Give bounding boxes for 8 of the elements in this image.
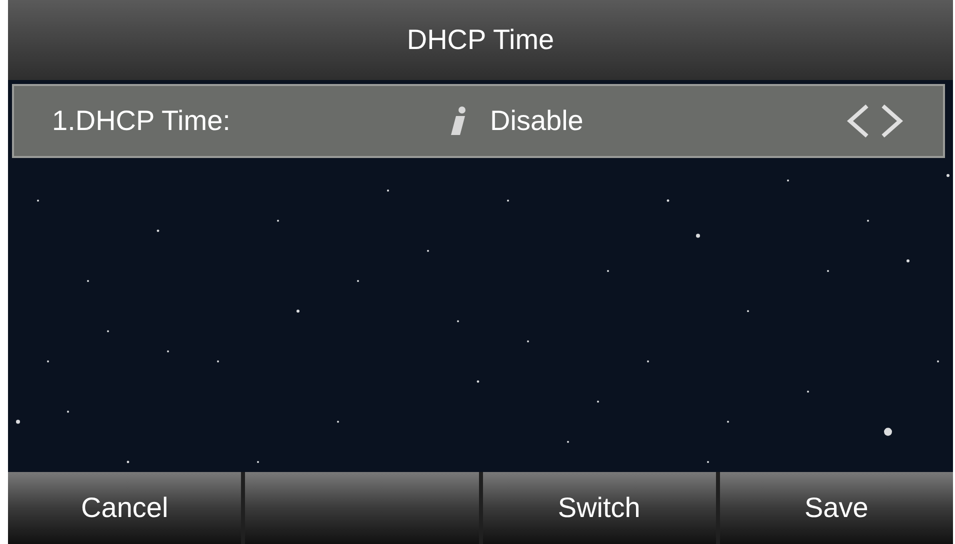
screen-title: DHCP Time (406, 23, 554, 57)
info-icon (450, 106, 468, 136)
softkey-button[interactable]: Save (720, 472, 953, 544)
setting-value: Disable (490, 104, 584, 138)
softkey-button[interactable]: Switch (482, 472, 716, 544)
softkey-button[interactable]: Cancel (8, 472, 242, 544)
setting-label: 1.DHCP Time: (52, 104, 232, 138)
setting-row[interactable]: 1.DHCP Time: Disable (12, 84, 945, 158)
